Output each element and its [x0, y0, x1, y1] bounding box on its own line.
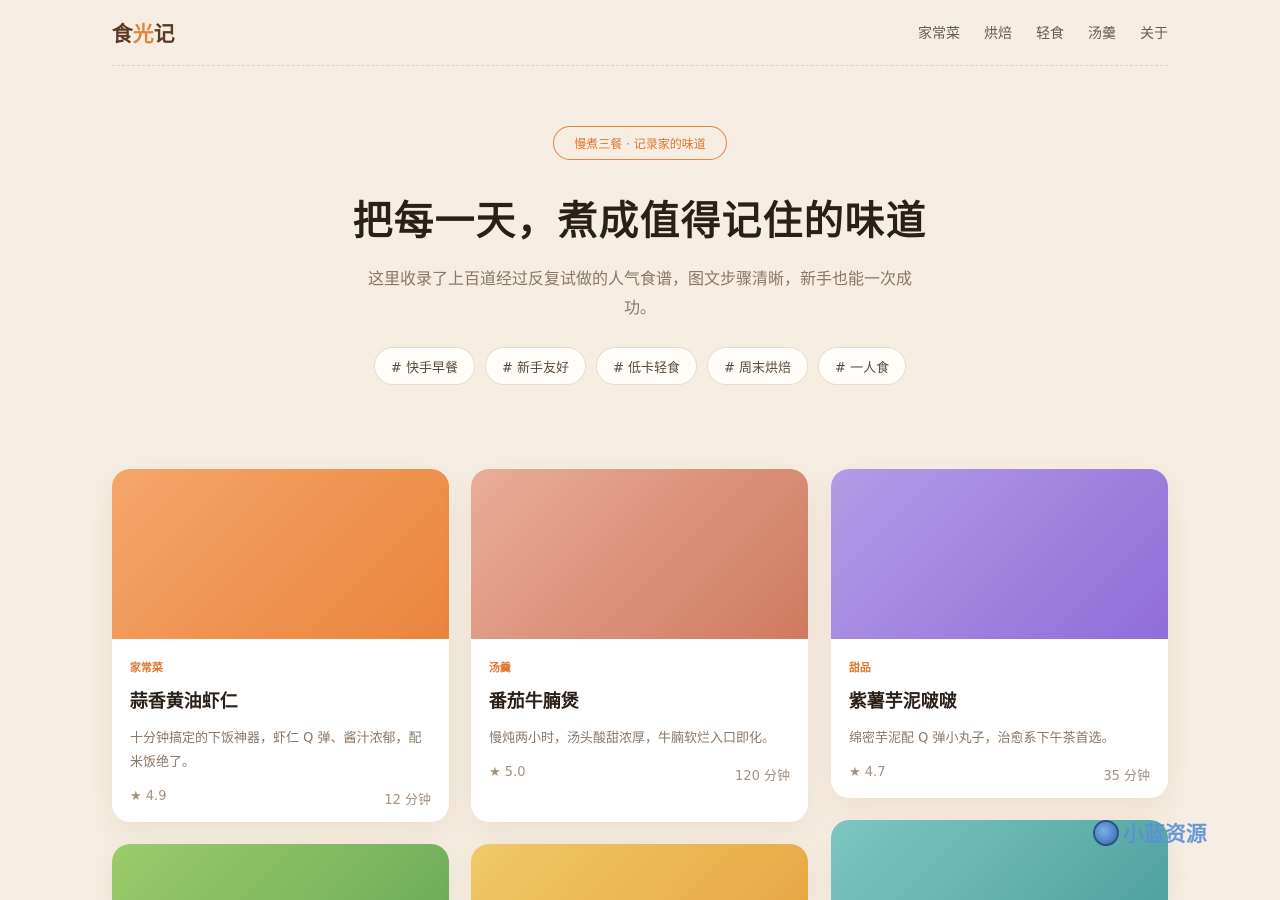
recipe-description: 慢炖两小时，汤头酸甜浓厚，牛腩软烂入口即化。: [489, 731, 776, 746]
recipe-card[interactable]: 汤羹 番茄牛腩煲 慢炖两小时，汤头酸甜浓厚，牛腩软烂入口即化。 ★ 5.0 12…: [471, 469, 808, 822]
recipe-card-partial[interactable]: [471, 844, 808, 900]
tag-low-calorie[interactable]: # 低卡轻食: [595, 347, 698, 385]
recipe-image: [112, 844, 449, 900]
recipe-time: 120 分钟: [735, 769, 790, 784]
recipe-title: 紫薯芋泥啵啵: [849, 691, 957, 712]
hero-subtitle: 这里收录了上百道经过反复试做的人气食谱，图文步骤清晰，新手也能一次成功。: [367, 269, 912, 317]
tag-beginner-friendly[interactable]: # 新手友好: [484, 347, 586, 385]
recipe-category: 甜品: [849, 661, 871, 674]
tag-single-meal[interactable]: # 一人食: [818, 347, 907, 385]
recipe-category: 家常菜: [130, 661, 163, 674]
nav-item-light-meals[interactable]: 轻食: [1036, 23, 1064, 43]
recipe-image: [831, 469, 1168, 639]
recipe-card[interactable]: 甜品 紫薯芋泥啵啵 绵密芋泥配 Q 弹小丸子，治愈系下午茶首选。 ★ 4.7 3…: [831, 469, 1168, 798]
recipe-description: 绵密芋泥配 Q 弹小丸子，治愈系下午茶首选。: [849, 731, 1115, 746]
site-logo[interactable]: 食光记: [112, 18, 175, 48]
recipe-title: 番茄牛腩煲: [489, 691, 579, 712]
recipe-category: 汤羹: [489, 661, 511, 674]
recipe-title: 蒜香黄油虾仁: [130, 691, 238, 712]
tag-quick-breakfast[interactable]: # 快手早餐: [373, 347, 475, 385]
nav-item-soups[interactable]: 汤羹: [1088, 23, 1116, 43]
tag-weekend-baking[interactable]: # 周末烘焙: [707, 347, 809, 385]
recipe-time: 35 分钟: [1103, 769, 1150, 784]
recipe-rating: ★ 5.0: [489, 765, 526, 780]
recipe-image: [112, 469, 449, 639]
recipe-rating: ★ 4.7: [849, 765, 886, 780]
tag-list: # 快手早餐 # 新手友好 # 低卡轻食 # 周末烘焙 # 一人食: [0, 347, 1280, 385]
nav-item-home-cooking[interactable]: 家常菜: [918, 23, 960, 43]
recipe-image: [471, 469, 808, 639]
hero-badge: 慢煮三餐 · 记录家的味道: [553, 126, 727, 160]
recipe-card[interactable]: 家常菜 蒜香黄油虾仁 十分钟搞定的下饭神器，虾仁 Q 弹、酱汁浓郁，配米饭绝了。…: [112, 469, 449, 822]
hero-title: 把每一天，煮成值得记住的味道: [353, 198, 927, 244]
main-nav: 家常菜 烘焙 轻食 汤羹 关于: [918, 23, 1168, 43]
recipe-time: 12 分钟: [384, 793, 431, 808]
recipe-image: [471, 844, 808, 900]
nav-item-about[interactable]: 关于: [1140, 23, 1168, 43]
mascot-icon: [1093, 820, 1119, 846]
recipe-card-partial[interactable]: [112, 844, 449, 900]
recipe-description: 十分钟搞定的下饭神器，虾仁 Q 弹、酱汁浓郁，配米饭绝了。: [130, 731, 422, 770]
recipe-rating: ★ 4.9: [130, 789, 167, 804]
nav-item-baking[interactable]: 烘焙: [984, 23, 1012, 43]
site-header: 食光记 家常菜 烘焙 轻食 汤羹 关于: [112, 0, 1168, 66]
watermark: 小蓝资源: [1093, 818, 1207, 848]
watermark-text: 小蓝资源: [1123, 822, 1207, 846]
